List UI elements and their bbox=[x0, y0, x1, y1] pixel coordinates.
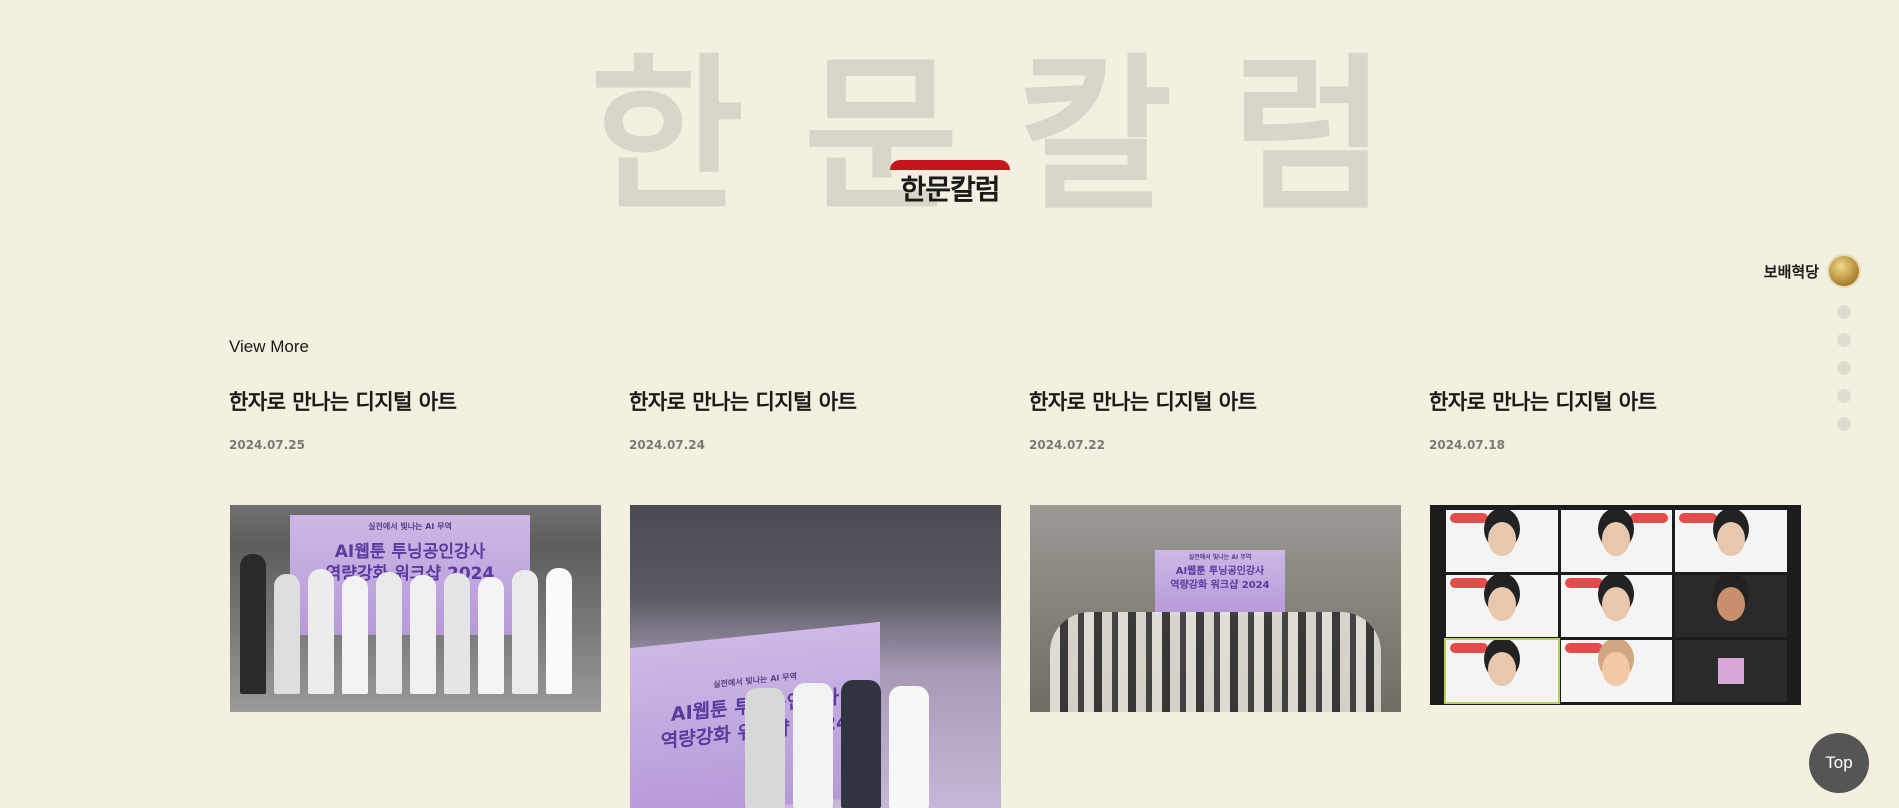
group-of-people bbox=[745, 680, 929, 808]
side-nav-dot[interactable] bbox=[1837, 417, 1851, 431]
side-nav-dot[interactable] bbox=[1837, 361, 1851, 375]
card-title[interactable]: 한자로 만나는 디지털 아트 bbox=[1429, 386, 1800, 416]
card-date: 2024.07.25 bbox=[229, 438, 305, 452]
side-nav-active-label: 보배혁당 bbox=[1763, 262, 1819, 281]
screen-title: 역량강화 워크샵 2024 bbox=[1170, 580, 1270, 591]
article-card[interactable]: 한자로 만나는 디지털 아트 2024.07.22 bbox=[1029, 386, 1400, 452]
card-title[interactable]: 한자로 만나는 디지털 아트 bbox=[1029, 386, 1400, 416]
side-nav-dot[interactable] bbox=[1837, 305, 1851, 319]
event-screen: 실전에서 빛나는 AI 무역 AI웹툰 투닝공인강사 역량강화 워크샵 2024 bbox=[1155, 550, 1285, 615]
video-call-grid bbox=[1444, 510, 1787, 704]
screen-subtitle: 실전에서 빛나는 AI 무역 bbox=[368, 522, 452, 531]
article-card[interactable]: 한자로 만나는 디지털 아트 2024.07.24 bbox=[629, 386, 1000, 452]
screen-title: AI웹툰 투닝공인강사 bbox=[1175, 566, 1265, 577]
card-thumbnail[interactable] bbox=[1430, 505, 1801, 705]
card-date: 2024.07.18 bbox=[1429, 438, 1505, 452]
background-title-char: 칼 bbox=[1017, 38, 1173, 234]
card-title[interactable]: 한자로 만나는 디지털 아트 bbox=[629, 386, 1000, 416]
article-card[interactable]: 한자로 만나는 디지털 아트 2024.07.18 bbox=[1429, 386, 1800, 452]
side-nav-active-item[interactable]: 보배혁당 bbox=[1764, 256, 1859, 286]
card-date: 2024.07.22 bbox=[1029, 438, 1105, 452]
card-thumbnail[interactable]: 실전에서 빛나는 AI 무역 AI웹툰 투닝공인강사 역량강화 워크샵 2024 bbox=[1030, 505, 1401, 712]
group-of-people bbox=[1050, 612, 1381, 712]
section-title: 한문칼럼 bbox=[890, 160, 1010, 208]
side-nav-dot[interactable] bbox=[1837, 389, 1851, 403]
article-card[interactable]: 한자로 만나는 디지털 아트 2024.07.25 bbox=[229, 386, 600, 452]
view-more-link[interactable]: View More bbox=[229, 337, 309, 357]
background-title-char: 한 bbox=[589, 38, 745, 234]
background-title-char: 럼 bbox=[1231, 38, 1387, 234]
card-date: 2024.07.24 bbox=[629, 438, 705, 452]
screen-subtitle: 실전에서 빛나는 AI 무역 bbox=[1188, 554, 1252, 561]
card-thumbnail[interactable]: 실전에서 빛나는 AI 무역 AI웹툰 투닝공인강사 역량강화 워크샵 2024 bbox=[230, 505, 601, 712]
gold-coin-icon bbox=[1829, 256, 1859, 286]
card-thumbnail[interactable]: 실전에서 빛나는 AI 무역 AI웹툰 투닝공인강사 역량강화 워크샵 2024 bbox=[630, 505, 1001, 808]
card-title[interactable]: 한자로 만나는 디지털 아트 bbox=[229, 386, 600, 416]
scroll-top-button[interactable]: Top bbox=[1809, 733, 1869, 793]
group-of-people bbox=[240, 554, 572, 694]
side-nav-dot[interactable] bbox=[1837, 333, 1851, 347]
